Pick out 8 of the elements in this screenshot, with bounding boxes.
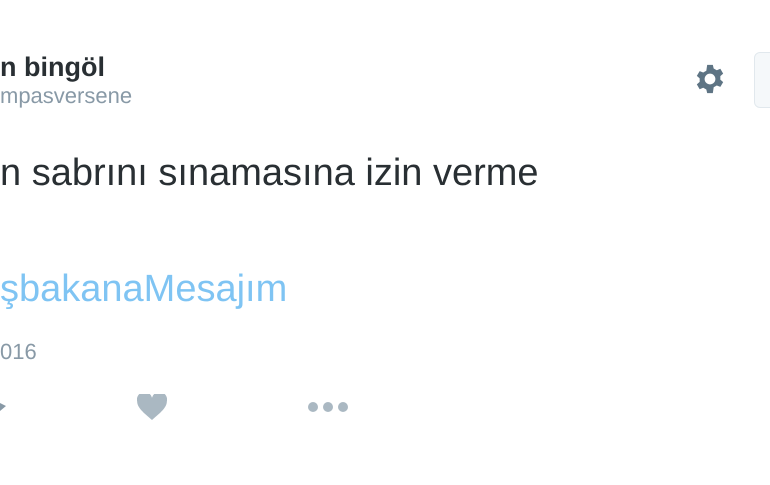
author-handle[interactable]: mpasversene	[0, 83, 692, 110]
tweet-text: n sabrını sınamasına izin verme	[0, 151, 540, 196]
author-name[interactable]: n bingöl	[0, 52, 692, 84]
like-icon[interactable]	[137, 394, 167, 420]
tweet-date[interactable]: 016	[0, 334, 770, 368]
hashtag-link[interactable]: şbakanaMesajım	[0, 267, 770, 313]
more-icon[interactable]	[307, 400, 349, 413]
arrow-icon[interactable]	[0, 402, 6, 411]
